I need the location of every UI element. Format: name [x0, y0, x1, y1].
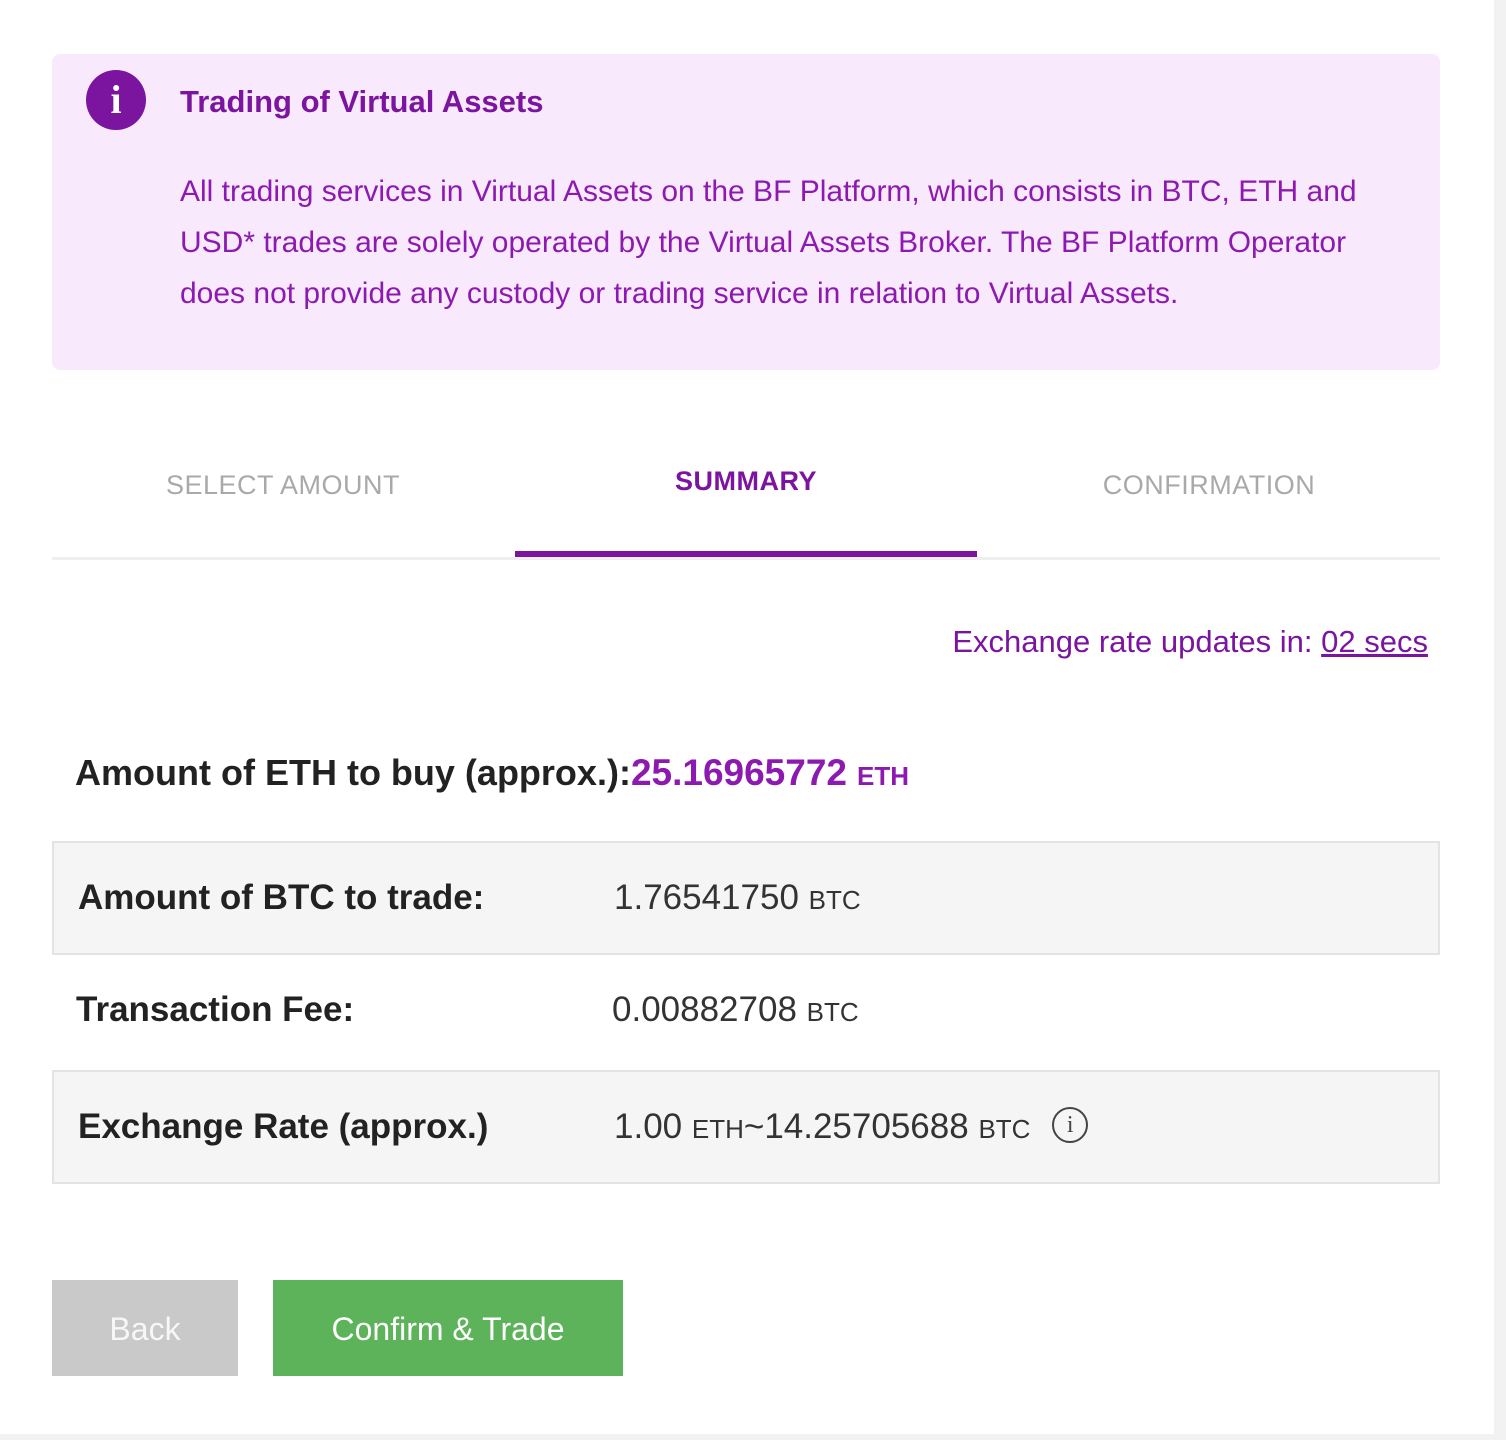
- countdown-label: Exchange rate updates in:: [952, 624, 1313, 659]
- row-value: 0.00882708 BTC: [612, 955, 859, 1067]
- row-value: 1.00 ETH~14.25705688 BTC i: [614, 1072, 1089, 1184]
- notice-body: All trading services in Virtual Assets o…: [180, 175, 1357, 310]
- btc-unit: BTC: [806, 997, 859, 1027]
- tab-summary[interactable]: SUMMARY: [515, 440, 977, 560]
- transaction-fee-row: Transaction Fee: 0.00882708 BTC: [52, 955, 1440, 1069]
- rate-separator: ~: [743, 1107, 765, 1146]
- virtual-assets-notice: i Trading of Virtual Assets All trading …: [52, 54, 1440, 370]
- btc-to-trade-row: Amount of BTC to trade: 1.76541750 BTC: [52, 841, 1440, 955]
- exchange-rate-row: Exchange Rate (approx.) 1.00 ETH~14.2570…: [52, 1070, 1440, 1184]
- countdown-value[interactable]: 02 secs: [1321, 624, 1428, 659]
- info-icon[interactable]: i: [1052, 1106, 1089, 1143]
- eth-to-buy-label: Amount of ETH to buy (approx.):: [75, 752, 631, 793]
- notice-title: Trading of Virtual Assets: [180, 84, 544, 119]
- trade-panel: i Trading of Virtual Assets All trading …: [0, 0, 1494, 1434]
- step-tabs: SELECT AMOUNT SUMMARY CONFIRMATION: [52, 440, 1440, 560]
- btc-amount: 1.76541750: [614, 878, 799, 917]
- tab-label: SUMMARY: [675, 466, 817, 496]
- back-button[interactable]: Back: [52, 1280, 238, 1376]
- info-icon: i: [86, 70, 146, 130]
- fee-amount: 0.00882708: [612, 990, 797, 1029]
- eth-unit: ETH: [691, 1114, 744, 1144]
- eth-to-buy: Amount of ETH to buy (approx.):25.169657…: [75, 752, 909, 794]
- confirm-trade-button[interactable]: Confirm & Trade: [273, 1280, 623, 1376]
- row-label: Amount of BTC to trade:: [78, 878, 485, 917]
- row-value: 1.76541750 BTC: [614, 843, 861, 955]
- eth-unit: ETH: [857, 761, 910, 791]
- eth-to-buy-value: 25.16965772: [630, 752, 847, 793]
- btc-unit: BTC: [978, 1114, 1031, 1144]
- tab-select-amount[interactable]: SELECT AMOUNT: [52, 440, 514, 560]
- row-label: Exchange Rate (approx.): [78, 1107, 489, 1146]
- rate-right-value: 14.25705688: [764, 1107, 969, 1146]
- tab-label: SELECT AMOUNT: [165, 470, 401, 500]
- tab-label: CONFIRMATION: [1102, 470, 1316, 500]
- btc-unit: BTC: [808, 885, 861, 915]
- rate-left-value: 1.00: [614, 1107, 683, 1146]
- tab-confirmation[interactable]: CONFIRMATION: [978, 440, 1440, 560]
- rate-countdown: Exchange rate updates in: 02 secs: [952, 624, 1428, 660]
- tabs-divider: [52, 557, 1440, 560]
- row-label: Transaction Fee:: [76, 990, 355, 1029]
